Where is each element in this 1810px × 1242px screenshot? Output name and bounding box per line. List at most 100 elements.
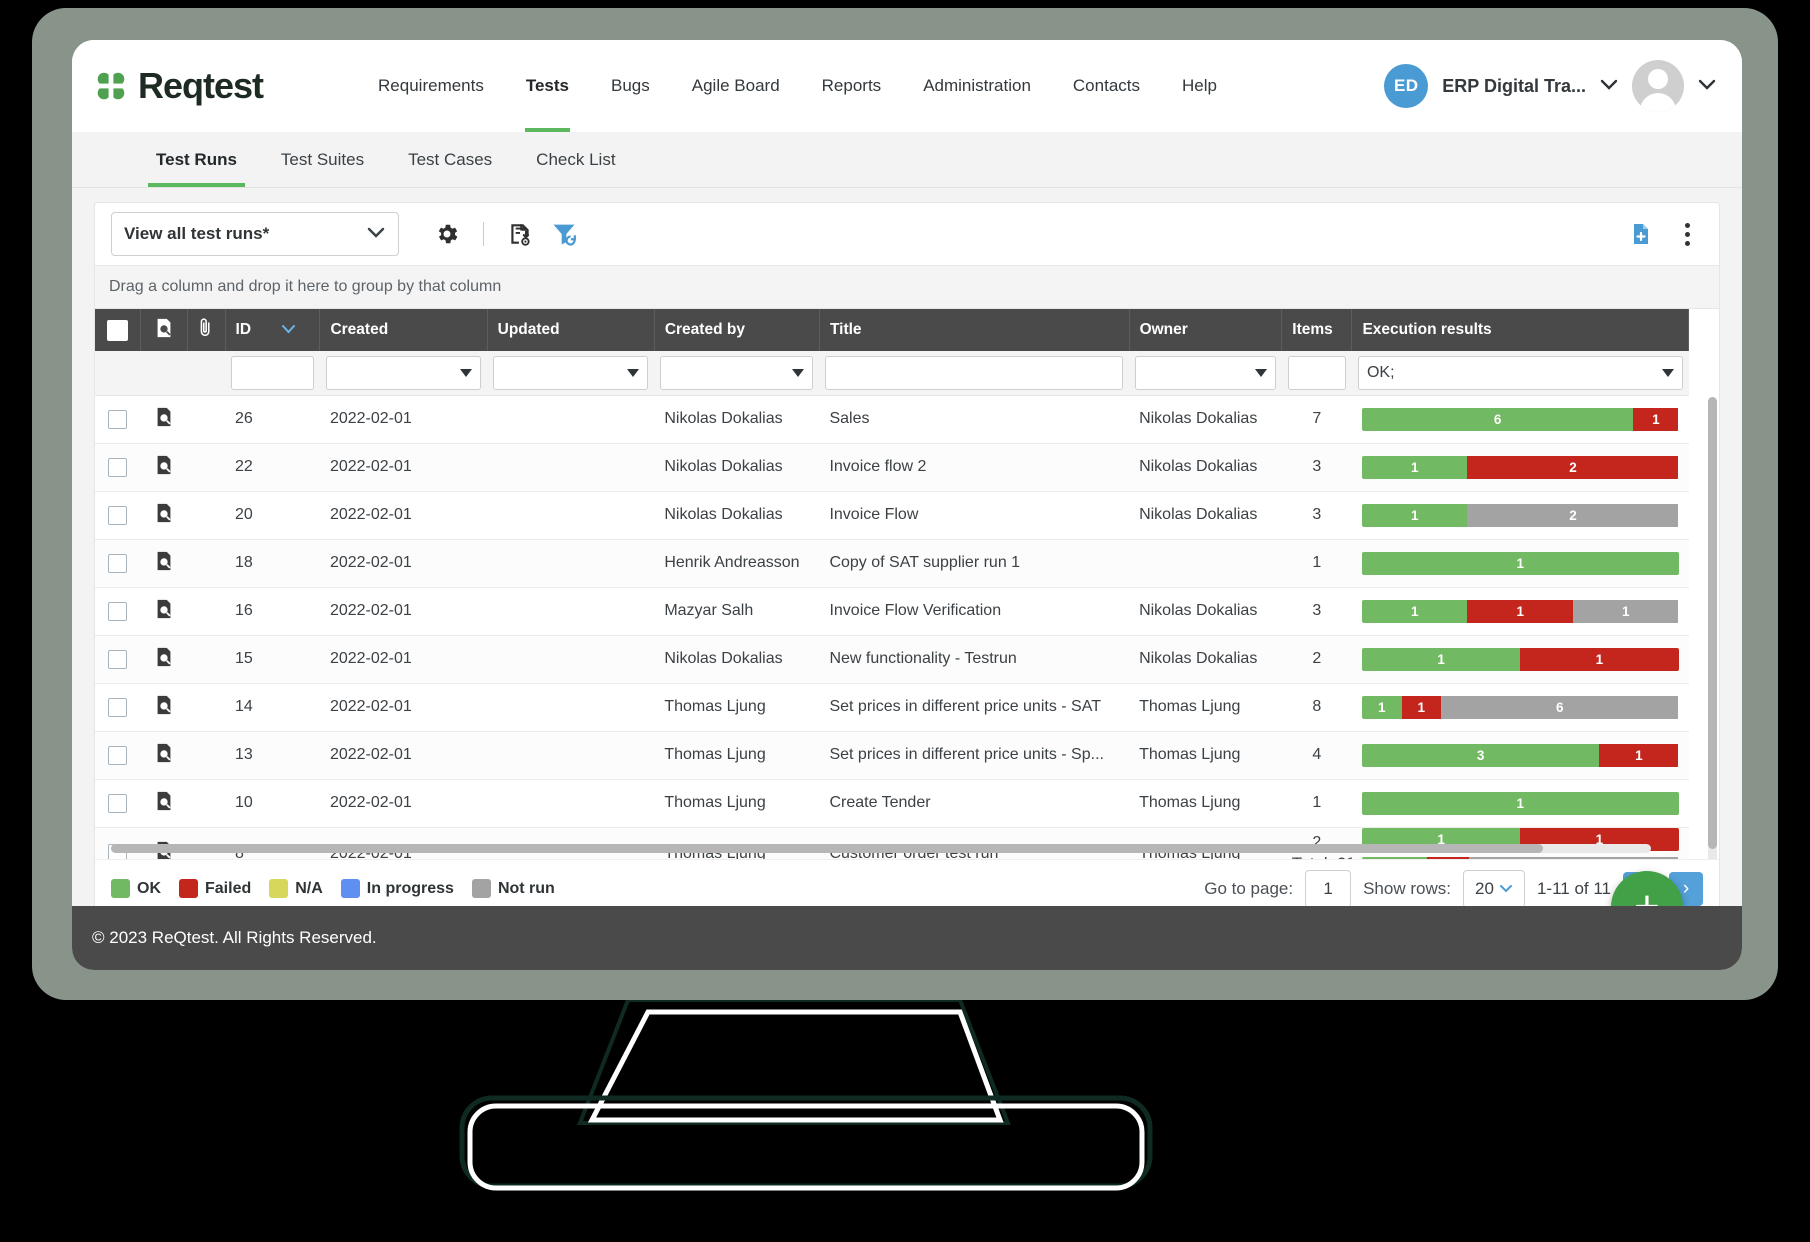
page-number-input[interactable]: 1 (1305, 870, 1351, 907)
row-preview-cell[interactable] (140, 827, 187, 859)
nav-item-bugs[interactable]: Bugs (590, 40, 671, 132)
group-by-dropzone[interactable]: Drag a column and drop it here to group … (95, 265, 1719, 309)
reqtest-logo[interactable]: Reqtest (94, 65, 263, 107)
row-preview-cell[interactable] (140, 587, 187, 635)
table-row[interactable]: 142022-02-01Thomas LjungSet prices in di… (95, 683, 1689, 731)
row-select-cell[interactable] (95, 587, 140, 635)
table-row[interactable]: 152022-02-01Nikolas DokaliasNew function… (95, 635, 1689, 683)
cell-id: 14 (225, 683, 320, 731)
row-select-cell[interactable] (95, 539, 140, 587)
column-header-id-label: ID (236, 321, 252, 338)
nav-item-tests[interactable]: Tests (505, 40, 590, 132)
table-row[interactable]: 202022-02-01Nikolas DokaliasInvoice Flow… (95, 491, 1689, 539)
filter-input-id[interactable] (231, 356, 314, 390)
filter-input-items[interactable] (1288, 356, 1346, 390)
table-row[interactable]: 262022-02-01Nikolas DokaliasSalesNikolas… (95, 395, 1689, 443)
row-preview-cell[interactable] (140, 443, 187, 491)
column-header-id[interactable]: ID (225, 309, 320, 351)
row-select-cell[interactable] (95, 827, 140, 859)
row-checkbox[interactable] (108, 698, 127, 717)
nav-item-help[interactable]: Help (1161, 40, 1238, 132)
cell-title[interactable]: New functionality - Testrun (819, 635, 1129, 683)
user-avatar[interactable] (1632, 60, 1684, 112)
column-header-items[interactable]: Items (1282, 309, 1352, 351)
row-select-cell[interactable] (95, 395, 140, 443)
table-row[interactable]: 182022-02-01Henrik AndreassonCopy of SAT… (95, 539, 1689, 587)
grid-vertical-scrollbar[interactable] (1708, 397, 1717, 859)
row-checkbox[interactable] (108, 746, 127, 765)
column-header-owner[interactable]: Owner (1129, 309, 1282, 351)
filter-input-title[interactable] (825, 356, 1123, 390)
row-preview-cell[interactable] (140, 683, 187, 731)
view-selector[interactable]: View all test runs* (111, 212, 399, 256)
save-view-icon[interactable] (498, 212, 542, 256)
new-document-icon[interactable] (1619, 212, 1663, 256)
cell-title[interactable]: Customer order test run (819, 827, 1129, 859)
cell-title[interactable]: Invoice flow 2 (819, 443, 1129, 491)
select-all-header[interactable] (95, 309, 140, 351)
row-select-cell[interactable] (95, 635, 140, 683)
row-preview-cell[interactable] (140, 731, 187, 779)
column-header-updated[interactable]: Updated (487, 309, 654, 351)
grid-horizontal-scrollbar[interactable] (111, 844, 1651, 853)
tab-test-suites[interactable]: Test Suites (259, 132, 386, 187)
row-checkbox[interactable] (108, 506, 127, 525)
column-header-title[interactable]: Title (819, 309, 1129, 351)
table-row[interactable]: 132022-02-01Thomas LjungSet prices in di… (95, 731, 1689, 779)
row-preview-cell[interactable] (140, 491, 187, 539)
filter-input-owner[interactable] (1135, 356, 1276, 390)
column-header-created-by[interactable]: Created by (654, 309, 819, 351)
filter-input-created-by[interactable] (660, 356, 813, 390)
row-select-cell[interactable] (95, 491, 140, 539)
nav-item-administration[interactable]: Administration (902, 40, 1052, 132)
cell-title[interactable]: Create Tender (819, 779, 1129, 827)
row-checkbox[interactable] (108, 458, 127, 477)
more-vertical-icon[interactable] (1675, 219, 1699, 249)
cell-title[interactable]: Sales (819, 395, 1129, 443)
row-select-cell[interactable] (95, 779, 140, 827)
cell-items-with-total: 2Total: 98 (1282, 827, 1352, 859)
row-preview-cell[interactable] (140, 779, 187, 827)
table-row[interactable]: 162022-02-01Mazyar SalhInvoice Flow Veri… (95, 587, 1689, 635)
nav-item-requirements[interactable]: Requirements (357, 40, 505, 132)
row-select-cell[interactable] (95, 683, 140, 731)
org-switcher-chevron-down-icon[interactable] (1600, 78, 1618, 95)
filter-input-created[interactable] (326, 356, 481, 390)
filter-input-execution-results[interactable]: OK; (1358, 356, 1683, 390)
cell-title[interactable]: Invoice Flow Verification (819, 587, 1129, 635)
column-header-created[interactable]: Created (320, 309, 487, 351)
nav-item-agile-board[interactable]: Agile Board (671, 40, 801, 132)
cell-title[interactable]: Invoice Flow (819, 491, 1129, 539)
user-menu-chevron-down-icon[interactable] (1698, 78, 1716, 95)
cell-title[interactable]: Set prices in different price units - Sp… (819, 731, 1129, 779)
select-all-checkbox[interactable] (107, 320, 128, 341)
tab-test-runs[interactable]: Test Runs (134, 132, 259, 187)
row-preview-cell[interactable] (140, 635, 187, 683)
nav-item-reports[interactable]: Reports (801, 40, 903, 132)
row-checkbox[interactable] (108, 650, 127, 669)
row-checkbox[interactable] (108, 602, 127, 621)
tab-test-cases[interactable]: Test Cases (386, 132, 514, 187)
table-row[interactable]: 102022-02-01Thomas LjungCreate TenderTho… (95, 779, 1689, 827)
clear-filter-icon[interactable] (542, 212, 586, 256)
row-preview-cell[interactable] (140, 539, 187, 587)
row-select-cell[interactable] (95, 731, 140, 779)
row-checkbox[interactable] (108, 410, 127, 429)
cell-title[interactable]: Copy of SAT supplier run 1 (819, 539, 1129, 587)
cell-title[interactable]: Set prices in different price units - SA… (819, 683, 1129, 731)
table-row[interactable]: 222022-02-01Nikolas DokaliasInvoice flow… (95, 443, 1689, 491)
row-checkbox[interactable] (108, 554, 127, 573)
tab-check-list[interactable]: Check List (514, 132, 637, 187)
page-range-label: 1-11 of 11 (1537, 879, 1611, 899)
row-checkbox[interactable] (108, 794, 127, 813)
cell-created-by: Thomas Ljung (654, 827, 819, 859)
column-header-execution-results[interactable]: Execution results (1352, 309, 1689, 351)
nav-item-contacts[interactable]: Contacts (1052, 40, 1161, 132)
cell-created: 2022-02-01 (320, 395, 487, 443)
row-preview-cell[interactable] (140, 395, 187, 443)
row-select-cell[interactable] (95, 443, 140, 491)
filter-input-updated[interactable] (493, 356, 648, 390)
gear-icon[interactable] (425, 212, 469, 256)
table-row[interactable]: 82022-02-01Thomas LjungCustomer order te… (95, 827, 1689, 859)
rows-per-page-select[interactable]: 20 (1463, 870, 1525, 907)
